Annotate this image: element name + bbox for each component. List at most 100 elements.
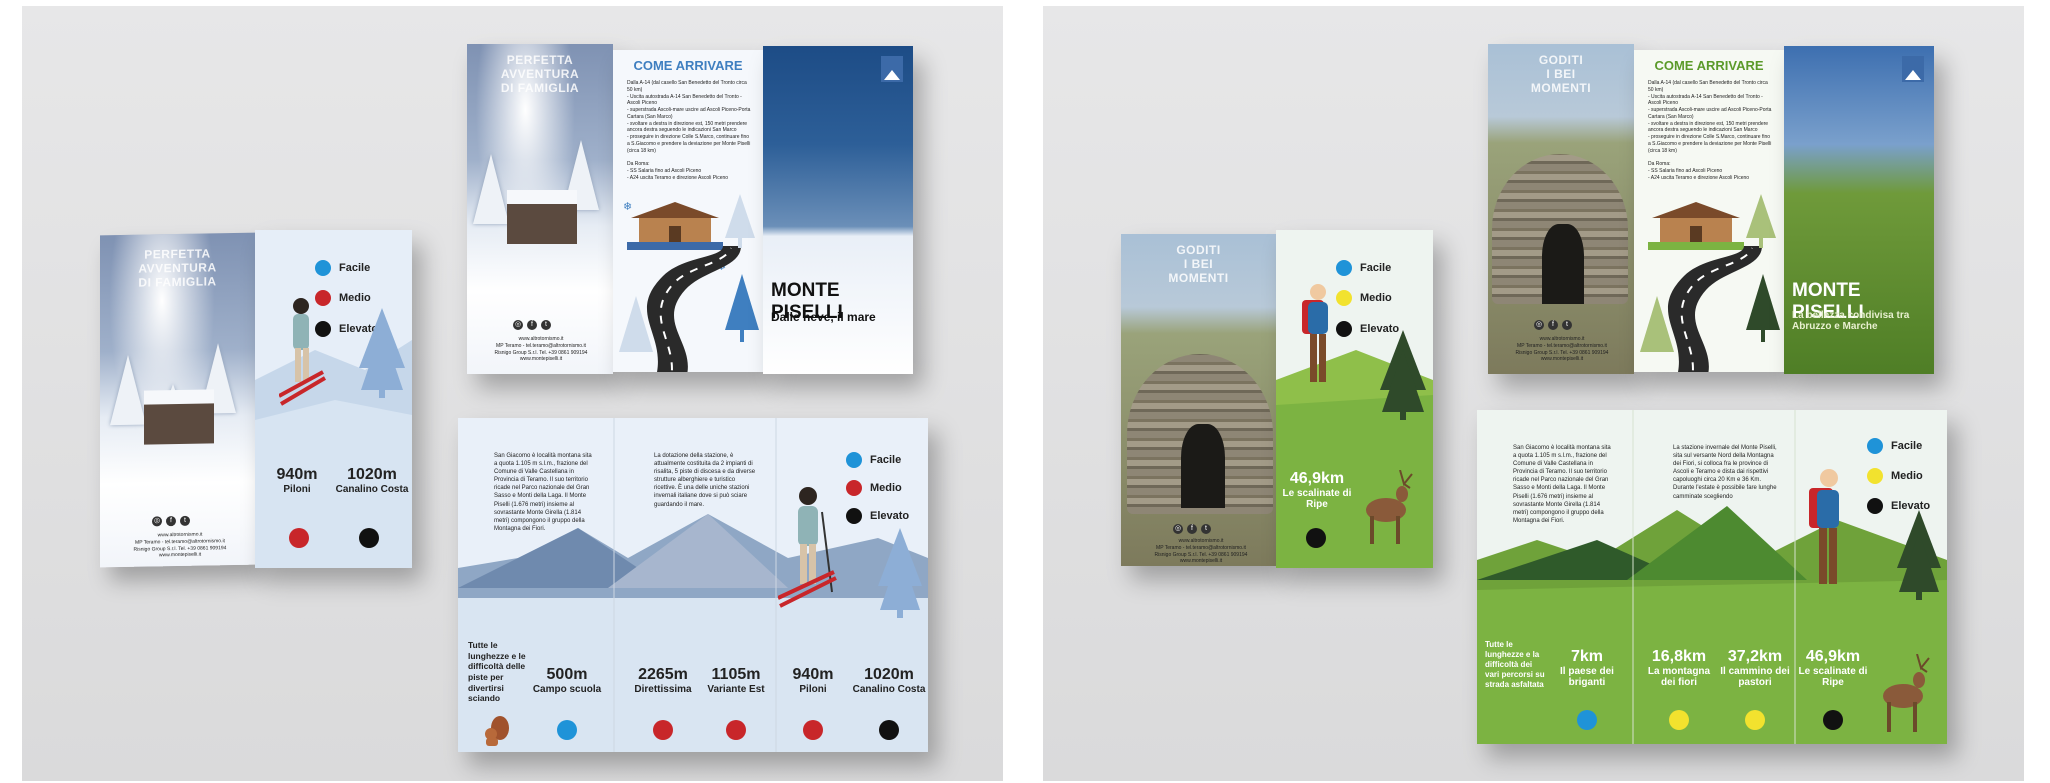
summer-back-panel-title: GODITI I BEI MOMENTI (1530, 53, 1592, 95)
trail-montagna-fiori: 16,8km La montagna dei fiori (1647, 648, 1711, 688)
medio-dot (1867, 468, 1883, 484)
elevato-dot (1336, 321, 1352, 337)
winter-front-panel: PERFETTA AVVENTURA DI FAMIGLIA ◎ f t www… (100, 232, 255, 568)
briganti-dot (1577, 710, 1597, 730)
social-icons-summer: ◎ f t (1173, 524, 1211, 534)
instagram-icon[interactable]: ◎ (152, 516, 162, 527)
pine-tree-icon (619, 296, 653, 352)
legend-elevato-inner: Elevato (846, 508, 909, 524)
summer-inner-spread: San Giacomo è località montana sita a qu… (1477, 410, 1947, 744)
elevato-dot (1867, 498, 1883, 514)
facebook-icon[interactable]: f (1548, 320, 1558, 330)
come-arrivare-title-summer: COME ARRIVARE (1654, 58, 1764, 73)
scalinate-ripe-dot (1823, 710, 1843, 730)
footnote-summer: Tutte le lunghezze e la difficoltà dei v… (1485, 640, 1545, 689)
elevato-dot (846, 508, 862, 524)
summer-inner-panel: Facile Medio Elevato 46,9km Le scalinate… (1276, 230, 1433, 568)
cammino-pastori-dot (1745, 710, 1765, 730)
facile-dot (1867, 438, 1883, 454)
skier-icon (777, 482, 838, 612)
slope-variante-est: 1105m Variante Est (707, 666, 765, 695)
brand-logo (1902, 56, 1924, 82)
contact-info-summer: www.altrotornismo.it MP Teramo - tel.ter… (1154, 538, 1248, 565)
facebook-icon[interactable]: f (166, 516, 176, 527)
pine-tree-icon (359, 308, 405, 398)
station-text: La dotazione della stazione, è attualmen… (654, 453, 756, 508)
hiker-icon (1801, 464, 1857, 604)
twitter-icon[interactable]: t (541, 320, 551, 330)
contact-info: www.altrotornismo.it MP Teramo - tel.ter… (133, 531, 227, 559)
facebook-icon[interactable]: f (1187, 524, 1197, 534)
summer-cover-panel: MONTE PISELLI La bellezza condivisa tra … (1784, 46, 1934, 374)
slope-piloni-stat: 940m Piloni (276, 466, 318, 495)
come-arrivare-title: COME ARRIVARE (633, 58, 743, 73)
facebook-icon[interactable]: f (527, 320, 537, 330)
pine-tree-icon (1380, 330, 1426, 420)
chalet-icon (627, 200, 723, 250)
instagram-icon[interactable]: ◎ (1173, 524, 1183, 534)
facile-dot (846, 452, 862, 468)
instagram-icon[interactable]: ◎ (1534, 320, 1544, 330)
medio-dot (1336, 290, 1352, 306)
legend-medio-summer-inner: Medio (1867, 468, 1923, 484)
winter-cover-panel: MONTE PISELLI Dalle neve, il mare (763, 46, 913, 374)
twitter-icon[interactable]: t (1562, 320, 1572, 330)
piloni-difficulty-dot (289, 528, 309, 548)
legend-medio: Medio (315, 290, 371, 306)
contact-info-back: www.altrotornismo.it MP Teramo - tel.ter… (494, 336, 588, 363)
slope-canalino-stat: 1020m Canalino Costa (335, 466, 409, 495)
skier-icon (278, 292, 327, 412)
legend-facile-summer: Facile (1336, 260, 1391, 276)
winter-directions-panel: COME ARRIVARE Dalla A-14 (dal casello Sa… (613, 50, 763, 372)
legend-facile-inner: Facile (846, 452, 901, 468)
campo-scuola-dot (557, 720, 577, 740)
pine-tree-icon (1640, 296, 1674, 352)
brand-logo (881, 56, 903, 82)
deer-icon (1877, 653, 1937, 734)
cover-subtitle-summer: La bellezza condivisa tra Abruzzo e Marc… (1792, 310, 1910, 332)
snowflake-icon: ❄ (623, 201, 633, 213)
piloni-dot (803, 720, 823, 740)
slope-campo-scuola: 500m Campo scuola (532, 666, 602, 695)
twitter-icon[interactable]: t (180, 515, 190, 526)
trail-cammino-pastori: 37,2km Il cammino dei pastori (1720, 648, 1790, 688)
trail-ripe-stat: 46,9km Le scalinate di Ripe (1282, 470, 1352, 510)
intro-text: San Giacomo è località montana sita a qu… (494, 453, 592, 532)
facile-dot (315, 260, 331, 276)
facile-dot (1336, 260, 1352, 276)
directions-text-summer: Dalla A-14 (dal casello San Benedetto de… (1648, 80, 1772, 181)
slope-piloni: 940m Piloni (792, 666, 834, 695)
social-icons-summer-back: ◎ f t (1534, 320, 1572, 330)
station-text-summer: La stazione invernale del Monte Piselli,… (1673, 445, 1777, 500)
winter-back-left-panel: PERFETTA AVVENTURA DI FAMIGLIA ◎ f t www… (467, 44, 613, 374)
canalino-costa-dot (879, 720, 899, 740)
cover-subtitle: Dalle neve, il mare (771, 310, 876, 324)
twitter-icon[interactable]: t (1201, 524, 1211, 534)
canalino-difficulty-dot (359, 528, 379, 548)
instagram-icon[interactable]: ◎ (513, 320, 523, 330)
chalet-icon (1648, 200, 1744, 250)
social-icons-back: ◎ f t (513, 320, 551, 330)
legend-facile-summer-inner: Facile (1867, 438, 1922, 454)
pine-tree-icon (725, 194, 755, 248)
pine-tree-icon (1897, 510, 1941, 600)
winter-inner-spread: San Giacomo è località montana sita a qu… (458, 418, 928, 752)
pine-tree-icon (725, 274, 759, 342)
summer-back-left-panel: GODITI I BEI MOMENTI ◎ f t www.altrotorn… (1488, 44, 1634, 374)
summer-front-panel: GODITI I BEI MOMENTI ◎ f t www.altrotorn… (1121, 234, 1276, 566)
winter-brochure-scene: PERFETTA AVVENTURA DI FAMIGLIA ◎ f t www… (22, 6, 1003, 781)
montagna-fiori-dot (1669, 710, 1689, 730)
pine-tree-icon (878, 528, 922, 618)
deer-icon (1360, 469, 1420, 546)
summer-directions-panel: COME ARRIVARE Dalla A-14 (dal casello Sa… (1634, 50, 1784, 372)
contact-info-summer-back: www.altrotornismo.it MP Teramo - tel.ter… (1515, 336, 1609, 363)
winter-back-panel-title: PERFETTA AVVENTURA DI FAMIGLIA (500, 53, 580, 95)
ripe-difficulty-dot (1306, 528, 1326, 548)
elevato-dot (315, 321, 331, 337)
direttissima-dot (653, 720, 673, 740)
legend-medio-summer: Medio (1336, 290, 1392, 306)
pine-tree-icon (1746, 274, 1780, 342)
medio-dot (846, 480, 862, 496)
legend-medio-inner: Medio (846, 480, 902, 496)
legend-facile: Facile (315, 260, 370, 276)
